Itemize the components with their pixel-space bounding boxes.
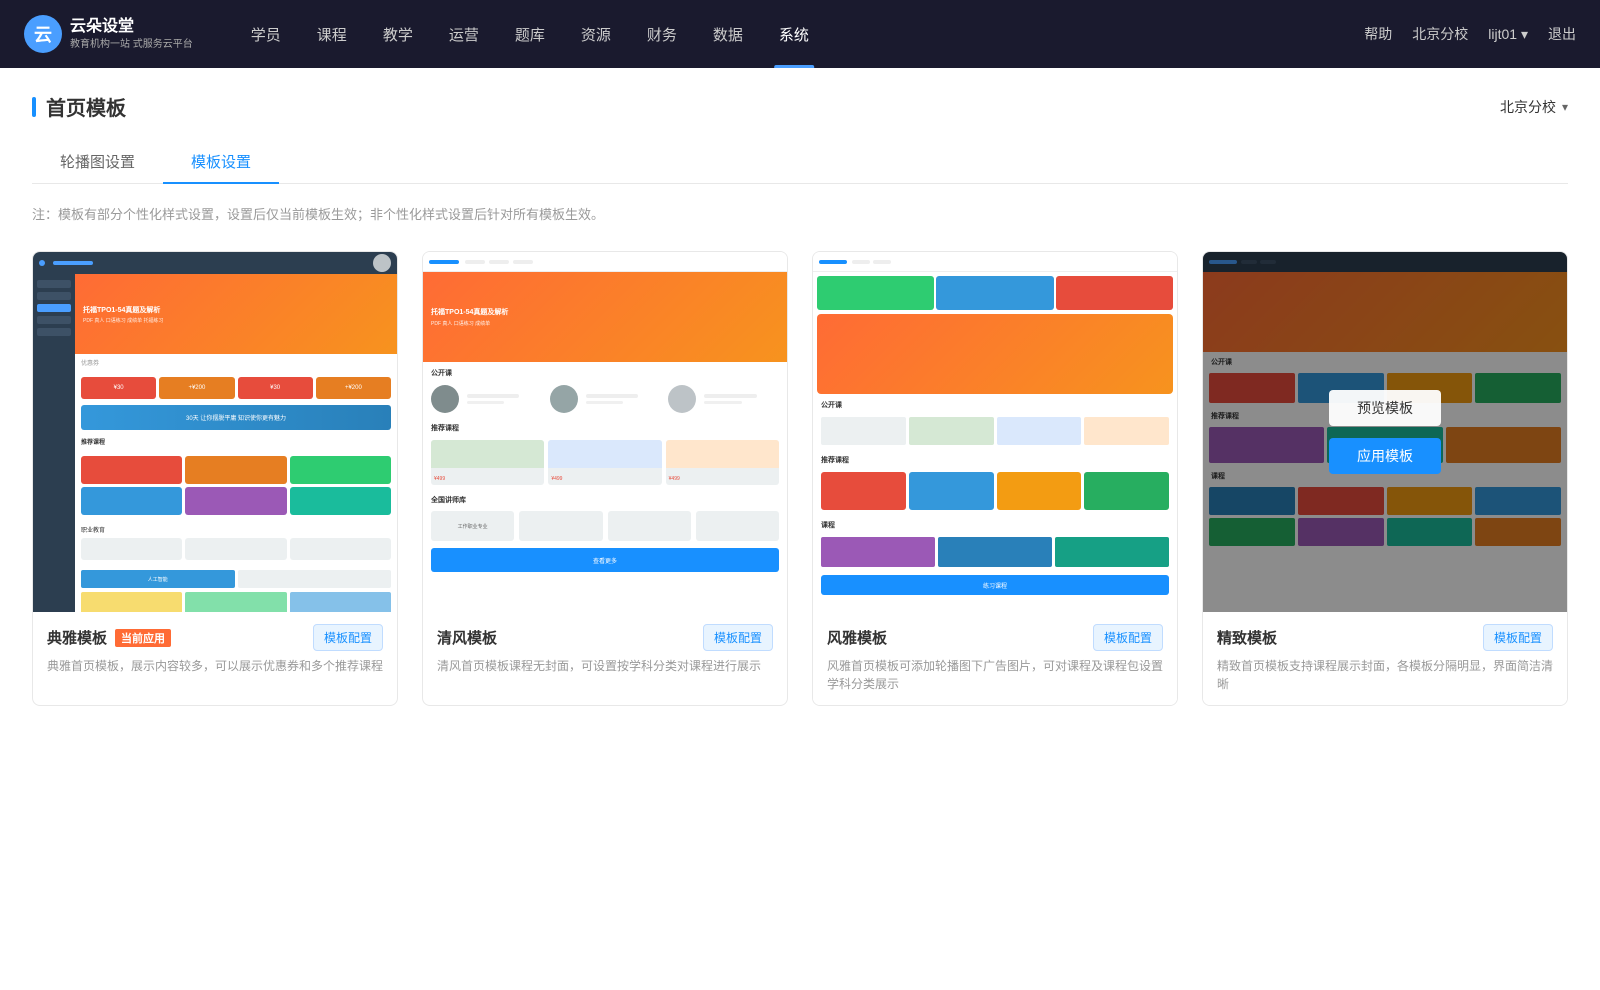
nav-item-resource[interactable]: 资源 bbox=[563, 0, 629, 68]
template-card-dianye: 托福TPO1-54真题及解析 PDF 真人 口语练习 成绩单 托福练习 优惠券 … bbox=[32, 251, 398, 706]
template-card-qingfeng: 托福TPO1-54真题及解析 PDF 真人 口语练习 成绩单 公开课 bbox=[422, 251, 788, 706]
config-button-jingzhi[interactable]: 模板配置 bbox=[1483, 624, 1553, 651]
logout-link[interactable]: 退出 bbox=[1548, 24, 1576, 44]
main-content: 首页模板 北京分校 ▾ 轮播图设置 模板设置 注：模板有部分个性化样式设置，设置… bbox=[0, 68, 1600, 990]
nav-right: 帮助 北京分校 lijt01 ▾ 退出 bbox=[1364, 24, 1576, 44]
navbar: 云 云朵设堂 教育机构一站 式服务云平台 学员 课程 教学 运营 题库 资源 财… bbox=[0, 0, 1600, 68]
template-name-dianye: 典雅模板 当前应用 bbox=[47, 627, 171, 648]
branch-selector-label: 北京分校 bbox=[1500, 97, 1556, 117]
template-desc-dianye: 典雅首页模板，展示内容较多，可以展示优惠券和多个推荐课程 bbox=[47, 657, 383, 675]
config-button-dianye[interactable]: 模板配置 bbox=[313, 624, 383, 651]
tab-template[interactable]: 模板设置 bbox=[163, 141, 279, 184]
user-menu[interactable]: lijt01 ▾ bbox=[1488, 26, 1528, 43]
template-footer-qingfeng: 清风模板 模板配置 清风首页模板课程无封面，可设置按学科分类对课程进行展示 bbox=[423, 612, 787, 687]
help-link[interactable]: 帮助 bbox=[1364, 24, 1392, 44]
template-name-qingfeng: 清风模板 bbox=[437, 627, 497, 648]
template-preview-fengya: 公开课 推荐课程 课程 bbox=[813, 252, 1177, 612]
logo-text: 云朵设堂 教育机构一站 式服务云平台 bbox=[70, 16, 193, 52]
current-badge: 当前应用 bbox=[115, 629, 171, 647]
template-footer-jingzhi: 精致模板 模板配置 精致首页模板支持课程展示封面，各模板分隔明显，界面简洁清晰 bbox=[1203, 612, 1567, 705]
chevron-down-icon: ▾ bbox=[1562, 100, 1568, 114]
template-desc-jingzhi: 精致首页模板支持课程展示封面，各模板分隔明显，界面简洁清晰 bbox=[1217, 657, 1553, 693]
page-header: 首页模板 北京分校 ▾ bbox=[32, 92, 1568, 121]
template-name-fengya: 风雅模板 bbox=[827, 627, 887, 648]
template-preview-jingzhi: 公开课 推荐课程 课程 bbox=[1203, 252, 1567, 612]
template-card-jingzhi: 公开课 推荐课程 课程 bbox=[1202, 251, 1568, 706]
nav-item-question[interactable]: 题库 bbox=[497, 0, 563, 68]
preview-button[interactable]: 预览模板 bbox=[1329, 390, 1441, 426]
note-text: 注：模板有部分个性化样式设置，设置后仅当前模板生效；非个性化样式设置后针对所有模… bbox=[32, 204, 1568, 223]
tabs-wrapper: 轮播图设置 模板设置 bbox=[32, 141, 1568, 184]
logo-icon: 云 bbox=[24, 15, 62, 53]
nav-item-system[interactable]: 系统 bbox=[761, 0, 827, 68]
nav-menu: 学员 课程 教学 运营 题库 资源 财务 数据 系统 bbox=[233, 0, 1365, 68]
nav-item-data[interactable]: 数据 bbox=[695, 0, 761, 68]
template-footer-fengya: 风雅模板 模板配置 风雅首页模板可添加轮播图下广告图片，可对课程及课程包设置学科… bbox=[813, 612, 1177, 705]
config-button-fengya[interactable]: 模板配置 bbox=[1093, 624, 1163, 651]
title-bar bbox=[32, 97, 36, 117]
config-button-qingfeng[interactable]: 模板配置 bbox=[703, 624, 773, 651]
branch-link[interactable]: 北京分校 bbox=[1412, 24, 1468, 44]
apply-button[interactable]: 应用模板 bbox=[1329, 438, 1441, 474]
logo[interactable]: 云 云朵设堂 教育机构一站 式服务云平台 bbox=[24, 15, 193, 53]
nav-item-student[interactable]: 学员 bbox=[233, 0, 299, 68]
nav-item-operation[interactable]: 运营 bbox=[431, 0, 497, 68]
template-overlay-jingzhi: 预览模板 应用模板 bbox=[1203, 252, 1567, 612]
template-grid: 托福TPO1-54真题及解析 PDF 真人 口语练习 成绩单 托福练习 优惠券 … bbox=[32, 251, 1568, 706]
page-title-wrapper: 首页模板 bbox=[32, 92, 126, 121]
nav-item-teaching[interactable]: 教学 bbox=[365, 0, 431, 68]
template-footer-dianye: 典雅模板 当前应用 模板配置 典雅首页模板，展示内容较多，可以展示优惠券和多个推… bbox=[33, 612, 397, 687]
nav-item-finance[interactable]: 财务 bbox=[629, 0, 695, 68]
template-desc-qingfeng: 清风首页模板课程无封面，可设置按学科分类对课程进行展示 bbox=[437, 657, 773, 675]
template-preview-dianye: 托福TPO1-54真题及解析 PDF 真人 口语练习 成绩单 托福练习 优惠券 … bbox=[33, 252, 397, 612]
template-name-jingzhi: 精致模板 bbox=[1217, 627, 1277, 648]
page-title: 首页模板 bbox=[46, 92, 126, 121]
template-card-fengya: 公开课 推荐课程 课程 bbox=[812, 251, 1178, 706]
branch-selector[interactable]: 北京分校 ▾ bbox=[1500, 97, 1568, 117]
nav-item-course[interactable]: 课程 bbox=[299, 0, 365, 68]
template-desc-fengya: 风雅首页模板可添加轮播图下广告图片，可对课程及课程包设置学科分类展示 bbox=[827, 657, 1163, 693]
template-preview-qingfeng: 托福TPO1-54真题及解析 PDF 真人 口语练习 成绩单 公开课 bbox=[423, 252, 787, 612]
tab-carousel[interactable]: 轮播图设置 bbox=[32, 141, 163, 184]
